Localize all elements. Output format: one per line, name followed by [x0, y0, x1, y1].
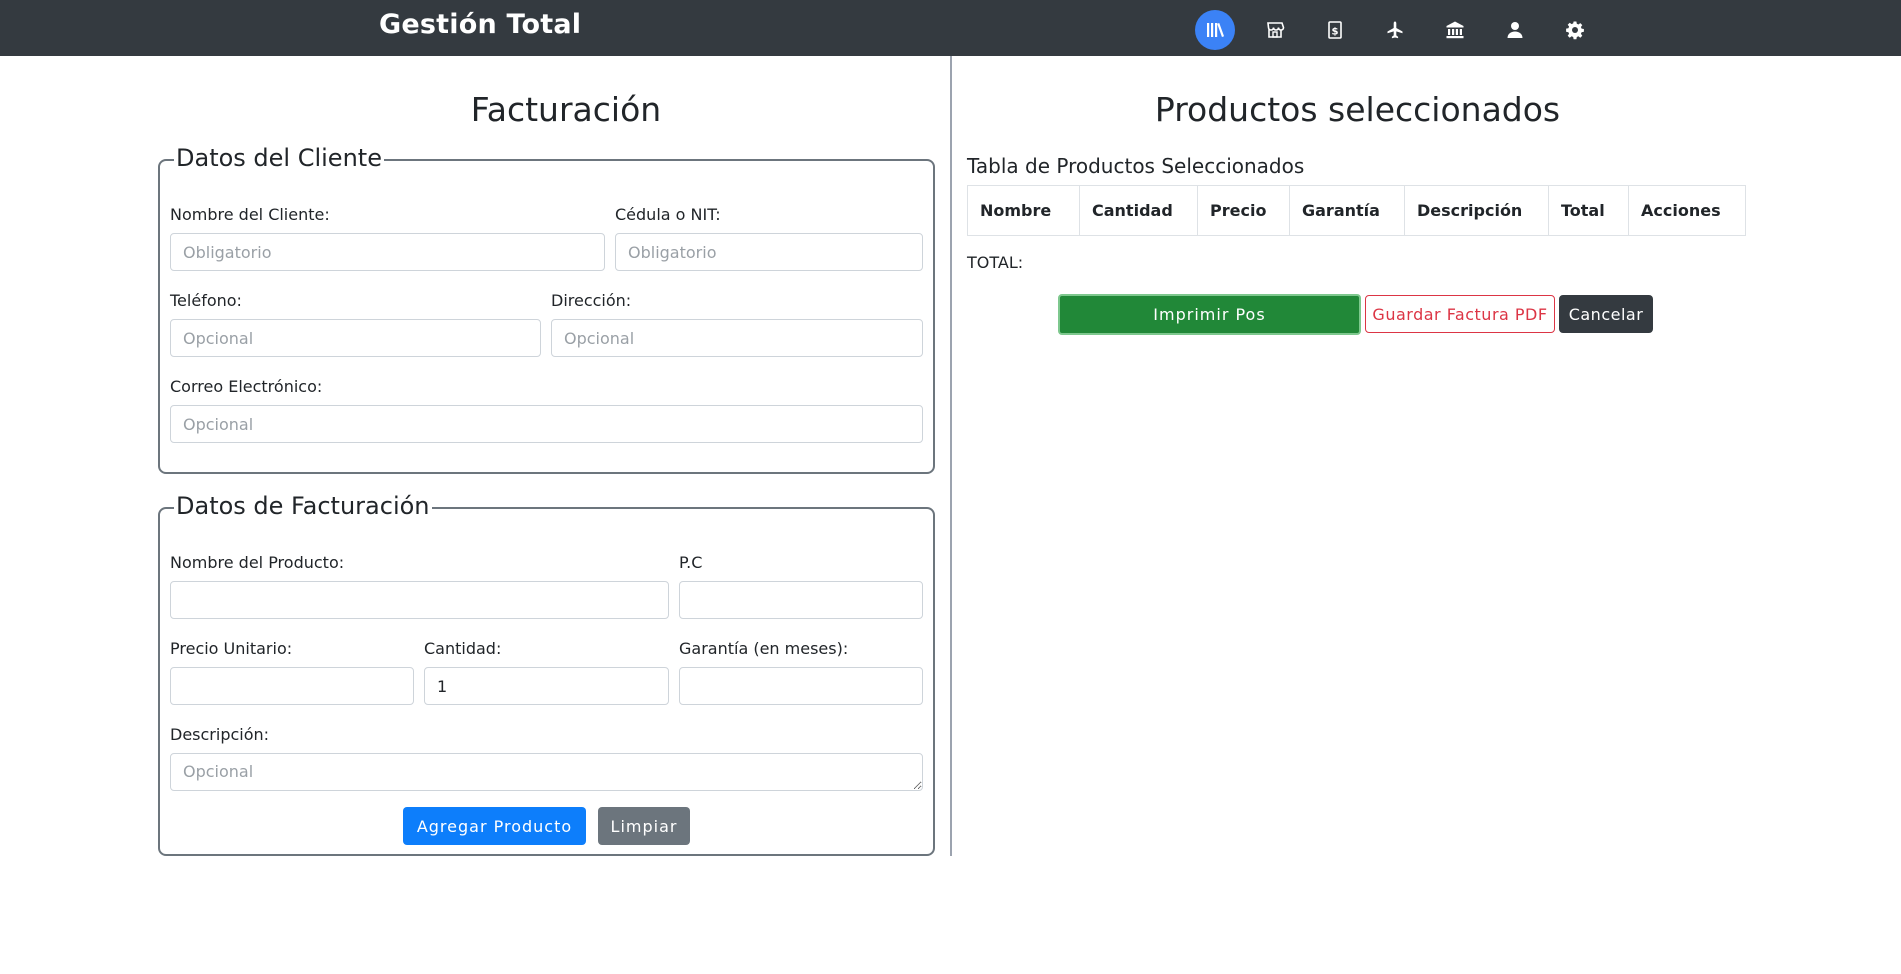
selected-products-title: Productos seleccionados	[1154, 90, 1561, 129]
cancel-button[interactable]: Cancelar	[1559, 295, 1653, 333]
email-label: Correo Electrónico:	[170, 377, 323, 396]
save-pdf-button[interactable]: Guardar Factura PDF	[1365, 295, 1555, 333]
invoice-fieldset: Datos de Facturación Nombre del Producto…	[158, 492, 935, 856]
books-icon[interactable]	[1195, 10, 1235, 50]
store-icon[interactable]	[1255, 10, 1295, 50]
email-input[interactable]	[170, 405, 923, 443]
warranty-input[interactable]	[679, 667, 923, 705]
store-icon-glyph	[1267, 22, 1285, 38]
selected-products-table: Nombre Cantidad Precio Garantía Descripc…	[967, 185, 1746, 236]
product-name-label: Nombre del Producto:	[170, 553, 345, 572]
plane-icon-glyph	[1387, 21, 1403, 39]
gear-icon[interactable]	[1555, 10, 1595, 50]
phone-input[interactable]	[170, 319, 541, 357]
col-garantia: Garantía	[1289, 185, 1405, 236]
books-icon-glyph	[1207, 23, 1225, 37]
svg-text:$: $	[1332, 27, 1339, 38]
client-name-input[interactable]	[170, 233, 605, 271]
quantity-input[interactable]	[424, 667, 669, 705]
client-fieldset: Datos del Cliente Nombre del Cliente: Cé…	[158, 144, 935, 474]
user-icon-glyph	[1507, 22, 1523, 38]
client-legend: Datos del Cliente	[174, 144, 384, 172]
total-label: TOTAL:	[967, 253, 1024, 272]
product-name-input[interactable]	[170, 581, 669, 619]
invoice-legend: Datos de Facturación	[174, 492, 432, 520]
address-input[interactable]	[551, 319, 923, 357]
plane-icon[interactable]	[1375, 10, 1415, 50]
table-caption: Tabla de Productos Seleccionados	[967, 154, 1305, 178]
col-descripcion: Descripción	[1404, 185, 1549, 236]
col-cantidad: Cantidad	[1079, 185, 1198, 236]
client-name-label: Nombre del Cliente:	[170, 205, 330, 224]
add-product-button[interactable]: Agregar Producto	[403, 807, 586, 845]
invoice-dollar-icon-glyph: $	[1328, 21, 1342, 39]
col-acciones: Acciones	[1628, 185, 1746, 236]
clear-button[interactable]: Limpiar	[598, 807, 690, 845]
description-textarea[interactable]	[170, 753, 923, 791]
bank-icon-glyph	[1446, 21, 1464, 39]
col-precio: Precio	[1197, 185, 1290, 236]
client-id-input[interactable]	[615, 233, 923, 271]
user-icon[interactable]	[1495, 10, 1535, 50]
table-header-row: Nombre Cantidad Precio Garantía Descripc…	[967, 185, 1746, 236]
app-brand[interactable]: Gestión Total	[379, 9, 581, 40]
invoice-dollar-icon[interactable]: $	[1315, 10, 1355, 50]
client-id-label: Cédula o NIT:	[615, 205, 721, 224]
unit-price-label: Precio Unitario:	[170, 639, 293, 658]
billing-title: Facturación	[470, 90, 662, 129]
quantity-label: Cantidad:	[424, 639, 502, 658]
phone-label: Teléfono:	[170, 291, 242, 310]
warranty-label: Garantía (en meses):	[679, 639, 849, 658]
unit-price-input[interactable]	[170, 667, 414, 705]
col-total: Total	[1548, 185, 1629, 236]
top-navbar: Gestión Total $	[0, 0, 1901, 56]
description-label: Descripción:	[170, 725, 270, 744]
col-nombre: Nombre	[967, 185, 1080, 236]
print-pos-button[interactable]: Imprimir Pos	[1058, 294, 1361, 335]
gear-icon-glyph	[1566, 21, 1584, 40]
address-label: Dirección:	[551, 291, 632, 310]
panel-divider	[950, 56, 952, 856]
bank-icon[interactable]	[1435, 10, 1475, 50]
pc-label: P.C	[679, 553, 703, 572]
pc-input[interactable]	[679, 581, 923, 619]
